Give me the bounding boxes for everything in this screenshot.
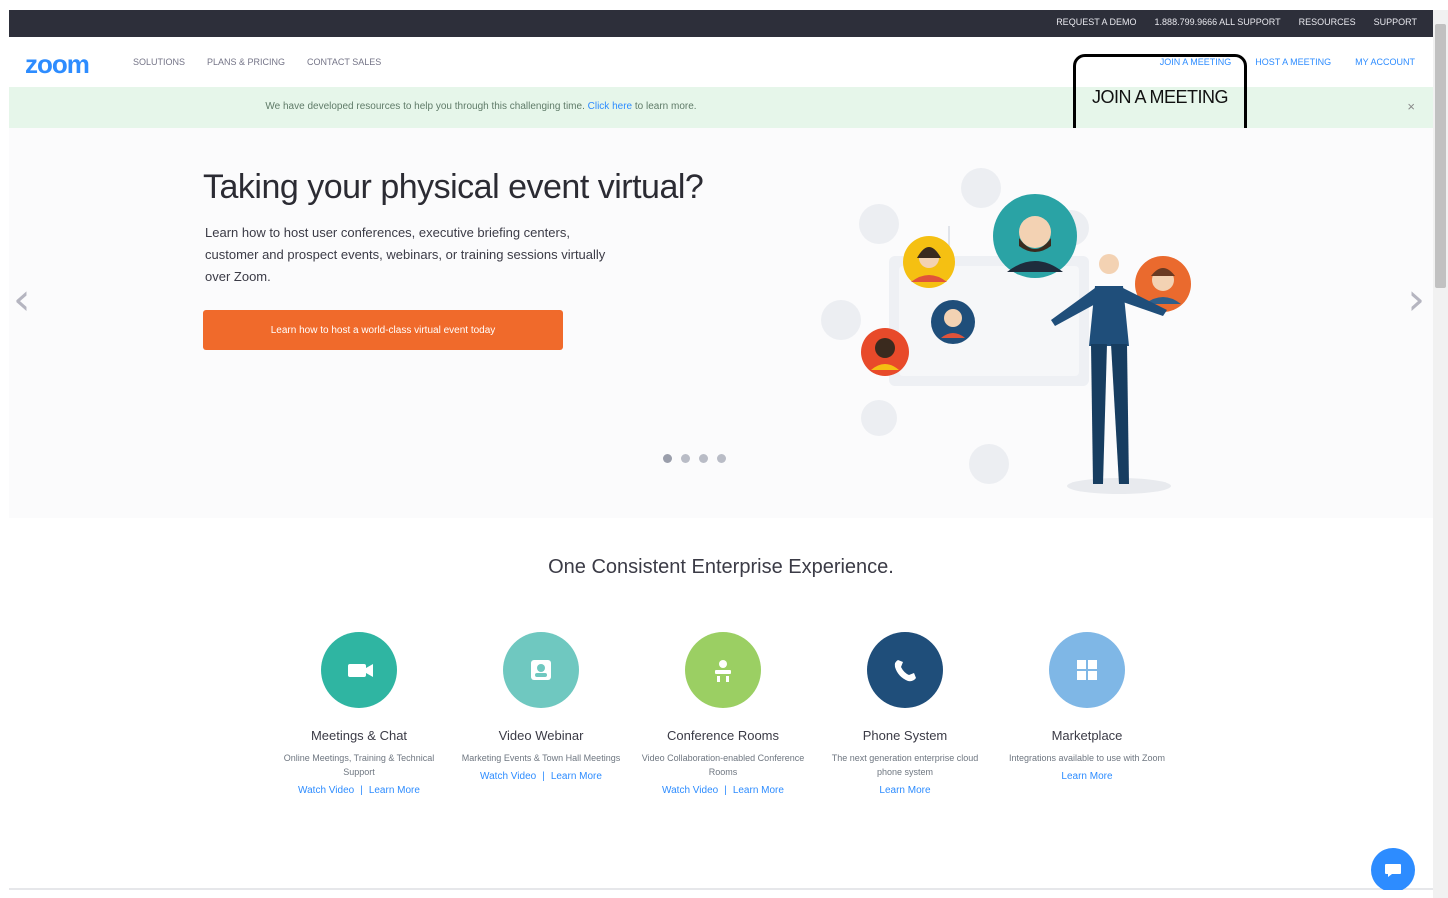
product-card: Conference Rooms Video Collaboration-enab… — [633, 632, 813, 796]
product-card: Phone System The next generation enterpri… — [815, 632, 995, 796]
section-title: One Consistent Enterprise Experience. — [548, 556, 894, 578]
carousel-next-icon[interactable]: › — [1407, 278, 1425, 322]
product-description: Online Meetings, Training & Technical Su… — [283, 753, 435, 777]
products-row: Meetings & Chat Online Meetings, Training… — [269, 632, 1189, 832]
carousel-dot[interactable] — [663, 454, 672, 463]
product-icon-circle[interactable] — [685, 632, 761, 708]
product-icon-circle[interactable] — [1049, 632, 1125, 708]
support-link[interactable]: SUPPORT — [1374, 17, 1417, 27]
carousel-prev-icon[interactable]: ‹ — [13, 278, 31, 322]
hero-cta-button[interactable]: Learn how to host a world-class virtual … — [203, 310, 563, 350]
product-description: Integrations available to use with Zoom — [1008, 753, 1166, 763]
learn-more-link[interactable]: Learn More — [369, 785, 420, 796]
virtual-event-illustration — [821, 168, 1191, 494]
product-description: Marketing Events & Town Hall Meetings — [461, 753, 621, 763]
page-scrollbar[interactable] — [1433, 10, 1448, 898]
close-icon[interactable]: × — [1407, 99, 1415, 114]
watch-video-link[interactable]: Watch Video — [480, 771, 536, 782]
link-separator: | — [360, 785, 363, 796]
learn-more-link[interactable]: Learn More — [551, 771, 602, 782]
banner-text-end: to learn more. — [634, 101, 697, 112]
carousel-dot[interactable] — [681, 454, 690, 463]
link-separator: | — [724, 785, 727, 796]
learn-more-link[interactable]: Learn More — [879, 785, 930, 796]
banner-text: We have developed resources to help you … — [265, 101, 585, 112]
phone-icon — [894, 660, 916, 682]
product-description: Video Collaboration-enabled Conference R… — [641, 753, 805, 777]
product-card: Marketplace Integrations available to use… — [997, 632, 1177, 782]
nav-left-menu: SOLUTIONS PLANS & PRICING CONTACT SALES — [133, 57, 381, 67]
top-utility-bar: REQUEST A DEMO 1.888.799.9666 ALL SUPPOR… — [9, 10, 1433, 37]
presenter-icon — [531, 660, 551, 680]
product-links: Watch Video | Learn More — [633, 785, 813, 796]
product-icon-circle[interactable] — [867, 632, 943, 708]
chat-bubble-icon — [1385, 864, 1401, 877]
nav-host-meeting[interactable]: HOST A MEETING — [1255, 57, 1331, 67]
product-icon-circle[interactable] — [503, 632, 579, 708]
conference-room-icon — [715, 660, 731, 682]
video-camera-icon — [348, 664, 373, 677]
product-name: Video Webinar — [498, 728, 584, 743]
product-description: The next generation enterprise cloud pho… — [831, 753, 979, 777]
learn-more-link[interactable]: Learn More — [1061, 771, 1112, 782]
product-links: Watch Video | Learn More — [269, 785, 449, 796]
carousel-dots — [663, 454, 726, 463]
divider — [9, 888, 1433, 890]
browser-viewport: REQUEST A DEMO 1.888.799.9666 ALL SUPPOR… — [9, 10, 1433, 890]
utility-links: REQUEST A DEMO 1.888.799.9666 ALL SUPPOR… — [1056, 17, 1417, 27]
product-icon-circle[interactable] — [321, 632, 397, 708]
hero-body: Learn how to host user conferences, exec… — [205, 225, 606, 284]
resources-link[interactable]: RESOURCES — [1299, 17, 1356, 27]
scrollbar-thumb[interactable] — [1435, 24, 1446, 288]
grid-icon — [1077, 660, 1097, 680]
product-name: Meetings & Chat — [310, 728, 408, 743]
nav-my-account[interactable]: MY ACCOUNT — [1355, 57, 1415, 67]
product-card: Video Webinar Marketing Events & Town Hal… — [451, 632, 631, 782]
chat-button[interactable] — [1371, 848, 1415, 890]
nav-solutions[interactable]: SOLUTIONS — [133, 57, 185, 67]
carousel-dot[interactable] — [717, 454, 726, 463]
product-card: Meetings & Chat Online Meetings, Training… — [269, 632, 449, 796]
watch-video-link[interactable]: Watch Video — [662, 785, 718, 796]
nav-plans-pricing[interactable]: PLANS & PRICING — [207, 57, 285, 67]
hero-title: Taking your physical event virtual? — [203, 168, 704, 206]
support-phone-link[interactable]: 1.888.799.9666 ALL SUPPORT — [1155, 17, 1281, 27]
learn-more-link[interactable]: Learn More — [733, 785, 784, 796]
product-name: Conference Rooms — [667, 728, 779, 743]
nav-contact-sales[interactable]: CONTACT SALES — [307, 57, 381, 67]
banner-link[interactable]: Click here — [588, 101, 632, 112]
request-demo-link[interactable]: REQUEST A DEMO — [1056, 17, 1136, 27]
carousel-dot[interactable] — [699, 454, 708, 463]
link-separator: | — [542, 771, 545, 782]
product-links: Learn More — [815, 785, 995, 796]
product-links: Learn More — [997, 771, 1177, 782]
watch-video-link[interactable]: Watch Video — [298, 785, 354, 796]
product-name: Phone System — [862, 728, 948, 743]
product-name: Marketplace — [1051, 728, 1123, 743]
product-links: Watch Video | Learn More — [451, 771, 631, 782]
callout-label: JOIN A MEETING — [1091, 87, 1229, 107]
zoom-logo[interactable]: zoom — [25, 49, 90, 80]
hero-carousel: Taking your physical event virtual? Lear… — [9, 128, 1433, 518]
